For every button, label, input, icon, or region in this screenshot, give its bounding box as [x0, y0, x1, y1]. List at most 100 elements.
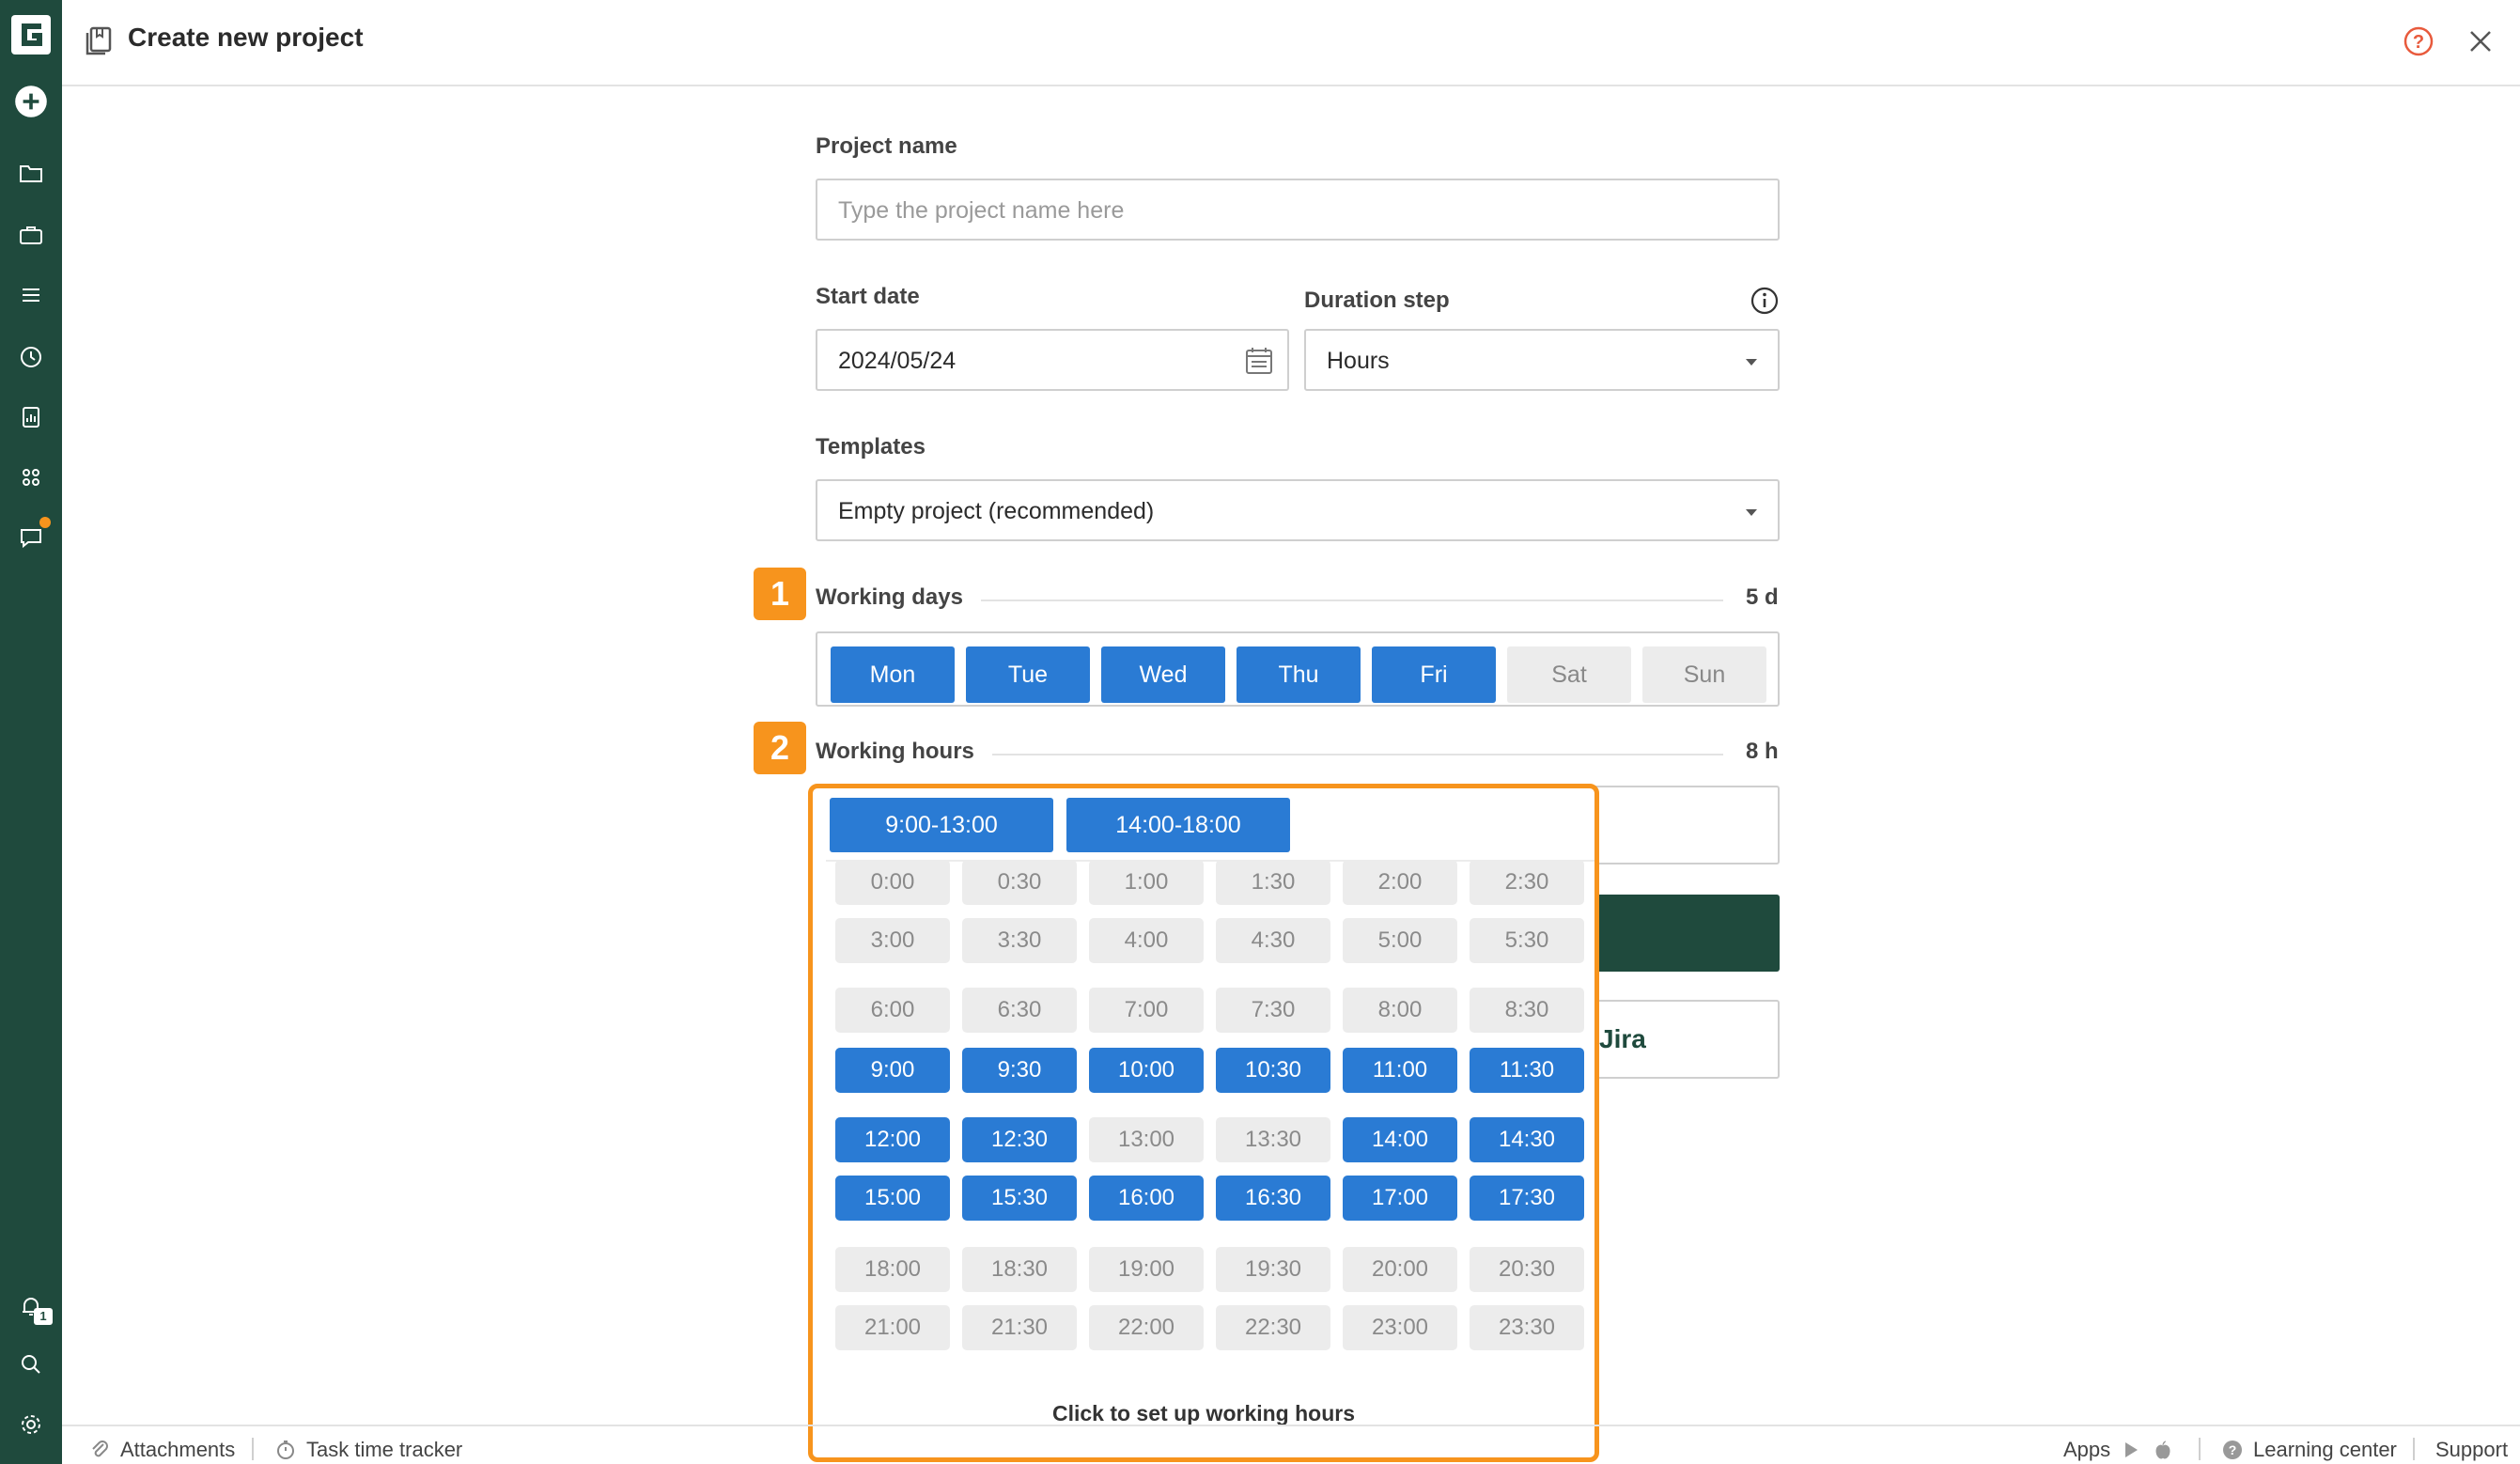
time-slot-13-00[interactable]: 13:00 [1089, 1117, 1204, 1162]
svg-text:?: ? [2229, 1442, 2237, 1457]
time-slot-14-00[interactable]: 14:00 [1343, 1117, 1457, 1162]
time-slot-23-30[interactable]: 23:30 [1470, 1305, 1584, 1350]
list-icon[interactable] [12, 276, 50, 314]
calendar-icon[interactable] [1242, 344, 1276, 378]
time-slot-9-30[interactable]: 9:30 [962, 1048, 1077, 1093]
time-slot-16-00[interactable]: 16:00 [1089, 1176, 1204, 1221]
time-slot-19-30[interactable]: 19:30 [1216, 1247, 1330, 1292]
task-time-tracker-link[interactable]: Task time tracker [274, 1438, 462, 1462]
paperclip-icon [92, 1441, 108, 1457]
day-toggle-fri[interactable]: Fri [1372, 646, 1496, 703]
info-icon[interactable] [1750, 286, 1780, 316]
chevron-down-icon [1746, 509, 1757, 516]
hours-range-chip[interactable]: 14:00-18:00 [1066, 798, 1290, 852]
time-slot-10-00[interactable]: 10:00 [1089, 1048, 1204, 1093]
logo-icon[interactable] [8, 11, 54, 58]
duration-step-select[interactable]: Hours [1304, 329, 1780, 391]
working-hours-label: Working hours [816, 739, 974, 764]
time-slot-6-00[interactable]: 6:00 [835, 988, 950, 1033]
clock-icon[interactable] [12, 338, 50, 376]
duration-step-label: Duration step [1304, 288, 1450, 313]
time-slot-14-30[interactable]: 14:30 [1470, 1117, 1584, 1162]
time-slot-2-30[interactable]: 2:30 [1470, 860, 1584, 905]
time-slot-18-00[interactable]: 18:00 [835, 1247, 950, 1292]
day-toggle-mon[interactable]: Mon [831, 646, 955, 703]
time-slot-12-00[interactable]: 12:00 [835, 1117, 950, 1162]
time-slot-1-30[interactable]: 1:30 [1216, 860, 1330, 905]
time-slot-0-30[interactable]: 0:30 [962, 860, 1077, 905]
templates-select[interactable]: Empty project (recommended) [816, 479, 1780, 541]
apple-icon[interactable] [2152, 1439, 2174, 1461]
time-slot-17-30[interactable]: 17:30 [1470, 1176, 1584, 1221]
time-slot-3-00[interactable]: 3:00 [835, 918, 950, 963]
support-link[interactable]: Support [2435, 1438, 2508, 1462]
project-name-input[interactable]: Type the project name here [816, 179, 1780, 241]
apps-grid-icon[interactable] [12, 459, 50, 496]
time-slot-15-30[interactable]: 15:30 [962, 1176, 1077, 1221]
time-slot-20-00[interactable]: 20:00 [1343, 1247, 1457, 1292]
time-slot-19-00[interactable]: 19:00 [1089, 1247, 1204, 1292]
time-slot-16-30[interactable]: 16:30 [1216, 1176, 1330, 1221]
learning-center-label: Learning center [2253, 1438, 2397, 1461]
time-slot-12-30[interactable]: 12:30 [962, 1117, 1077, 1162]
time-slot-11-30[interactable]: 11:30 [1470, 1048, 1584, 1093]
time-slot-13-30[interactable]: 13:30 [1216, 1117, 1330, 1162]
time-slot-21-00[interactable]: 21:00 [835, 1305, 950, 1350]
time-slot-4-00[interactable]: 4:00 [1089, 918, 1204, 963]
jira-button-label: Jira [1599, 1024, 1646, 1053]
time-slot-3-30[interactable]: 3:30 [962, 918, 1077, 963]
google-play-icon[interactable] [2120, 1439, 2142, 1461]
time-slot-4-30[interactable]: 4:30 [1216, 918, 1330, 963]
time-slot-5-00[interactable]: 5:00 [1343, 918, 1457, 963]
settings-gear-icon[interactable] [12, 1406, 50, 1443]
day-toggle-wed[interactable]: Wed [1101, 646, 1225, 703]
time-slot-8-30[interactable]: 8:30 [1470, 988, 1584, 1033]
step-badge-2: 2 [754, 722, 806, 774]
time-slot-9-00[interactable]: 9:00 [835, 1048, 950, 1093]
time-slot-15-00[interactable]: 15:00 [835, 1176, 950, 1221]
time-slot-20-30[interactable]: 20:30 [1470, 1247, 1584, 1292]
status-bar: Attachments Task time tracker Apps ? Lea… [62, 1425, 2520, 1464]
learning-center-link[interactable]: ? Learning center [2221, 1438, 2397, 1462]
time-slot-22-00[interactable]: 22:00 [1089, 1305, 1204, 1350]
time-slot-1-00[interactable]: 1:00 [1089, 860, 1204, 905]
templates-value: Empty project (recommended) [838, 498, 1155, 524]
time-slot-5-30[interactable]: 5:30 [1470, 918, 1584, 963]
time-slot-18-30[interactable]: 18:30 [962, 1247, 1077, 1292]
time-slot-11-00[interactable]: 11:00 [1343, 1048, 1457, 1093]
time-slot-8-00[interactable]: 8:00 [1343, 988, 1457, 1033]
help-icon[interactable]: ? [2400, 23, 2437, 60]
import-from-jira-button[interactable]: Jira [1588, 1000, 1780, 1079]
start-date-input[interactable]: 2024/05/24 [816, 329, 1289, 391]
time-slot-10-30[interactable]: 10:30 [1216, 1048, 1330, 1093]
folder-icon[interactable] [12, 154, 50, 192]
day-toggle-sat[interactable]: Sat [1507, 646, 1631, 703]
popup-hint-text: Click to set up working hours [1051, 1401, 1356, 1425]
attachments-link[interactable]: Attachments [88, 1438, 235, 1462]
time-slot-6-30[interactable]: 6:30 [962, 988, 1077, 1033]
apps-link[interactable]: Apps [2063, 1438, 2174, 1462]
hours-range-chip[interactable]: 9:00-13:00 [830, 798, 1053, 852]
working-days-selector: Mon Tue Wed Thu Fri Sat Sun [816, 631, 1780, 707]
close-icon[interactable] [2462, 23, 2499, 60]
create-icon[interactable] [12, 83, 50, 120]
time-slot-7-30[interactable]: 7:30 [1216, 988, 1330, 1033]
day-toggle-thu[interactable]: Thu [1237, 646, 1361, 703]
time-slot-2-00[interactable]: 2:00 [1343, 860, 1457, 905]
working-days-total: 5 d [1746, 584, 1779, 610]
search-icon[interactable] [12, 1346, 50, 1383]
report-icon[interactable] [12, 398, 50, 436]
time-slot-21-30[interactable]: 21:30 [962, 1305, 1077, 1350]
time-slot-23-00[interactable]: 23:00 [1343, 1305, 1457, 1350]
time-slot-17-00[interactable]: 17:00 [1343, 1176, 1457, 1221]
time-slot-7-00[interactable]: 7:00 [1089, 988, 1204, 1033]
time-slot-22-30[interactable]: 22:30 [1216, 1305, 1330, 1350]
day-toggle-tue[interactable]: Tue [966, 646, 1090, 703]
briefcase-icon[interactable] [12, 216, 50, 254]
day-toggle-sun[interactable]: Sun [1642, 646, 1766, 703]
step-badge-1: 1 [754, 568, 806, 620]
create-project-button[interactable] [1588, 895, 1780, 972]
time-slot-0-00[interactable]: 0:00 [835, 860, 950, 905]
section-divider [992, 754, 1723, 755]
new-project-icon [86, 26, 112, 55]
